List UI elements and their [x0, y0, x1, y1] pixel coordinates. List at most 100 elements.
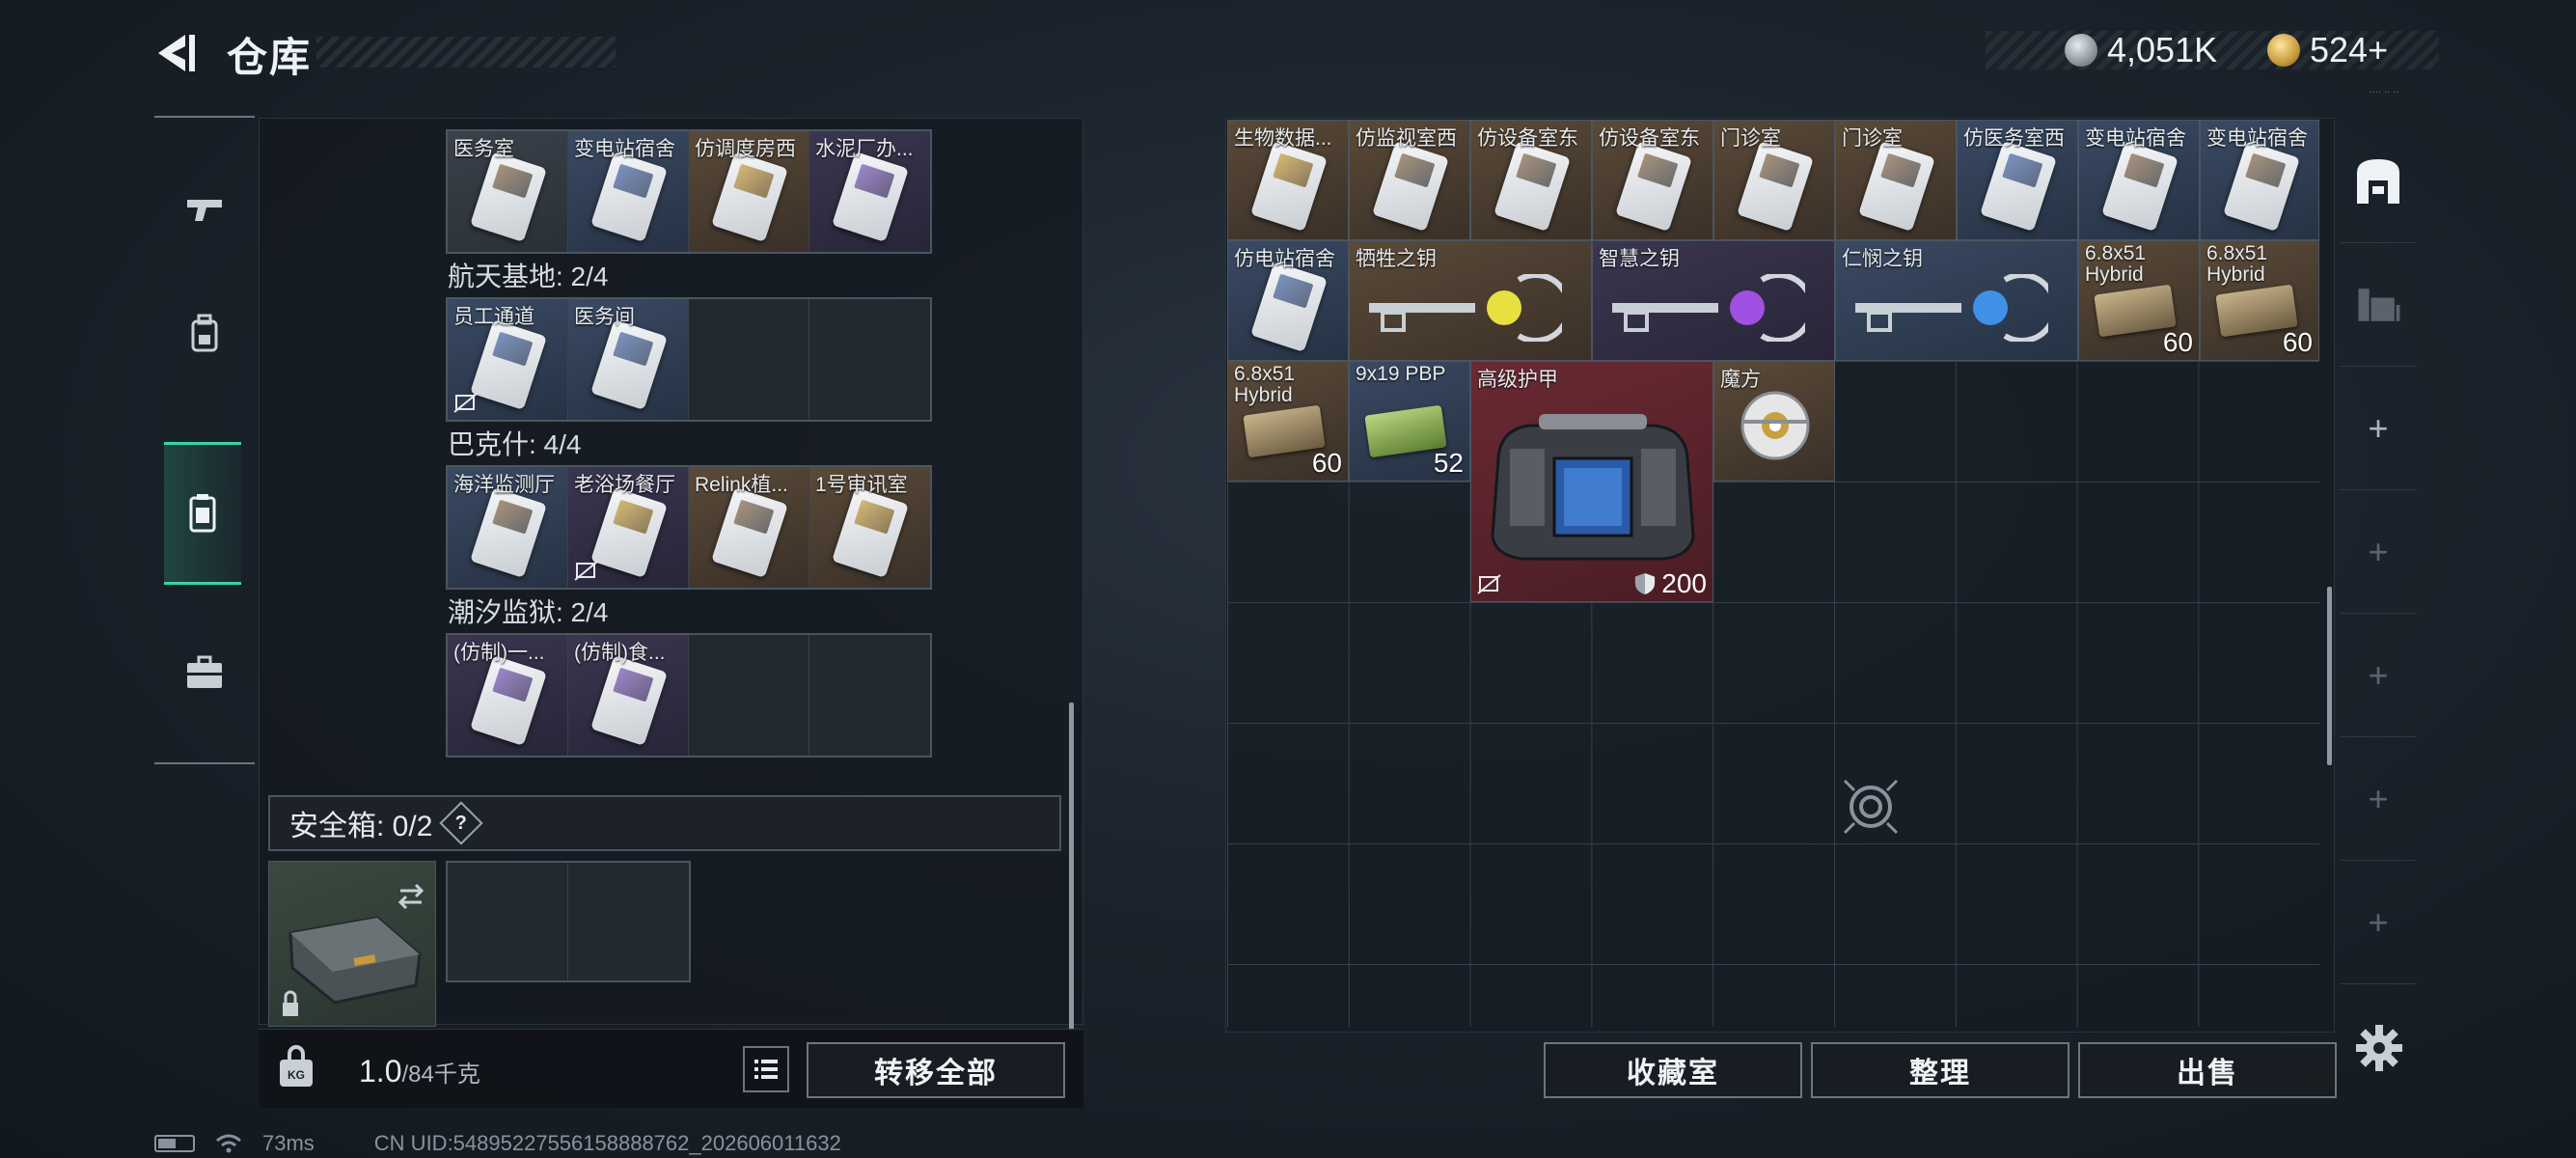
currency-gold[interactable]: 524+: [2267, 30, 2388, 69]
currency-silver[interactable]: 4,051K: [2065, 30, 2217, 69]
stash-item[interactable]: 变电站宿舍: [2200, 120, 2319, 240]
briefcase-icon: [187, 655, 222, 688]
slot-label: 智慧之钥: [1599, 248, 1680, 270]
keycard-slot[interactable]: 海洋监测厅: [448, 467, 568, 588]
uid-readout: CN UID:54895227556158888762_202606011632: [373, 1131, 841, 1155]
keycard-image: [590, 654, 668, 747]
stash-item-ammo[interactable]: 6.8x51 Hybrid 60: [1227, 361, 1349, 482]
safe-box-label: 安全箱: 0/2: [289, 811, 433, 842]
tab-keys[interactable]: [164, 442, 241, 585]
keycard-slot[interactable]: 1号审讯室: [809, 467, 930, 588]
slot-label: 仿设备室东: [1599, 127, 1700, 150]
keycard-slot[interactable]: 医务室: [448, 131, 568, 252]
stash-item-ammo[interactable]: 6.8x51 Hybrid 60: [2078, 240, 2200, 361]
keycard-slot[interactable]: (仿制)一...: [448, 635, 568, 756]
keycard-slot[interactable]: 员工通道: [448, 299, 568, 420]
stash-item[interactable]: 门诊室: [1713, 120, 1835, 240]
slot-label: 高级护甲: [1477, 369, 1558, 391]
keycard-image: [1980, 140, 2057, 233]
keycard-slot[interactable]: (仿制)食...: [568, 635, 689, 756]
stash-item[interactable]: 变电站宿舍: [2078, 120, 2200, 240]
stash-item-ammo[interactable]: 9x19 PBP 52: [1349, 361, 1470, 482]
transfer-all-button[interactable]: 转移全部: [807, 1042, 1065, 1098]
back-button[interactable]: [152, 31, 201, 75]
safe-box-slots: [446, 861, 691, 982]
stash-item-armor[interactable]: 高级护甲 200: [1470, 361, 1713, 602]
keycard-image: [470, 486, 547, 579]
keycard-case-icon: [189, 494, 216, 533]
stash-scrollbar[interactable]: [2327, 587, 2332, 765]
item-count: 60: [1311, 448, 1342, 478]
keycard-row-3: 海洋监测厅 老浴场餐厅 Relink植... 1号审讯室: [446, 465, 932, 590]
keycard-slot[interactable]: Relink植...: [689, 467, 809, 588]
keycard-image: [1250, 140, 1328, 233]
tab-add-page-3[interactable]: +: [2340, 614, 2417, 737]
left-category-tabs: [154, 116, 255, 764]
empty-slot[interactable]: [809, 299, 930, 420]
keycard-slot[interactable]: 水泥厂办...: [809, 131, 930, 252]
tab-add-page-4[interactable]: +: [2340, 737, 2417, 861]
stash-item-key-sacrifice[interactable]: 牺牲之钥: [1349, 240, 1592, 361]
stash-item-key-wisdom[interactable]: 智慧之钥: [1592, 240, 1835, 361]
tab-safe[interactable]: [154, 600, 255, 745]
stash-item[interactable]: 仿设备室东: [1592, 120, 1713, 240]
stash-item-key-mercy[interactable]: 仁悯之钥: [1835, 240, 2078, 361]
tab-add-page-2[interactable]: +: [2340, 490, 2417, 614]
stash-item[interactable]: 门诊室: [1835, 120, 1957, 240]
tab-stash-storage[interactable]: [2340, 243, 2417, 367]
item-count: 52: [1433, 448, 1464, 478]
empty-slot[interactable]: [568, 863, 689, 980]
stash-item[interactable]: 仿电站宿舍: [1227, 240, 1349, 361]
list-view-button[interactable]: [743, 1046, 789, 1092]
tab-armor[interactable]: [154, 262, 255, 407]
stash-grid: 生物数据... 仿监视室西 仿设备室东 仿设备室东 门诊室 门诊室 仿医务室西 …: [1227, 120, 2319, 1027]
keycard-image: [1494, 140, 1571, 233]
keycard-slot[interactable]: 老浴场餐厅: [568, 467, 689, 588]
keycard-image: [1737, 140, 1814, 233]
stash-item[interactable]: 生物数据...: [1227, 120, 1349, 240]
keycard-image: [1615, 140, 1692, 233]
empty-slot[interactable]: [448, 863, 568, 980]
gold-coin-icon: [2267, 34, 2300, 67]
sort-button[interactable]: 整理: [1811, 1042, 2069, 1098]
left-scrollbar[interactable]: [1069, 703, 1074, 1031]
keycard-slot[interactable]: 仿调度房西: [689, 131, 809, 252]
help-button[interactable]: ?: [439, 801, 484, 845]
stash-item-cube[interactable]: 魔方: [1713, 361, 1835, 482]
keycard-image: [1858, 140, 1935, 233]
keycard-slot[interactable]: 医务间: [568, 299, 689, 420]
stash-item-ammo[interactable]: 6.8x51 Hybrid 60: [2200, 240, 2319, 361]
empty-slot[interactable]: [689, 635, 809, 756]
slot-label: 牺牲之钥: [1356, 248, 1437, 270]
safe-box-header: 安全箱: 0/2 ?: [268, 795, 1061, 851]
empty-slot[interactable]: [809, 635, 930, 756]
empty-slot[interactable]: [689, 299, 809, 420]
stash-item[interactable]: 仿医务室西: [1957, 120, 2078, 240]
slot-label: (仿制)一...: [453, 642, 545, 664]
tab-stash-home[interactable]: [2340, 118, 2417, 243]
stash-item[interactable]: 仿监视室西: [1349, 120, 1470, 240]
safe-box-container[interactable]: [268, 861, 436, 1027]
keycard-image: [1250, 261, 1328, 353]
slot-label: 医务间: [574, 306, 635, 328]
ping-readout: 73ms: [262, 1131, 315, 1155]
unbound-icon: [453, 393, 478, 413]
weight-icon: KG: [280, 1045, 313, 1087]
slot-label: 仿电站宿舍: [1234, 248, 1335, 270]
ornate-key-icon: [1612, 274, 1805, 342]
collection-room-button[interactable]: 收藏室: [1544, 1042, 1802, 1098]
keycard-slot[interactable]: 变电站宿舍: [568, 131, 689, 252]
silver-coin-icon: [2065, 34, 2097, 67]
slot-label: 仿调度房西: [695, 138, 796, 160]
keycard-image: [470, 318, 547, 411]
settings-gear-icon[interactable]: [2354, 1023, 2404, 1073]
stash-item[interactable]: 仿设备室东: [1470, 120, 1592, 240]
keycard-image: [590, 151, 668, 243]
keycard-image: [470, 654, 547, 747]
sell-button[interactable]: 出售: [2078, 1042, 2337, 1098]
tab-weapons[interactable]: [154, 137, 255, 282]
tab-add-page-1[interactable]: +: [2340, 367, 2417, 490]
plus-icon: +: [2368, 407, 2389, 448]
tab-add-page-5[interactable]: +: [2340, 861, 2417, 984]
title-decoration: [316, 37, 616, 68]
